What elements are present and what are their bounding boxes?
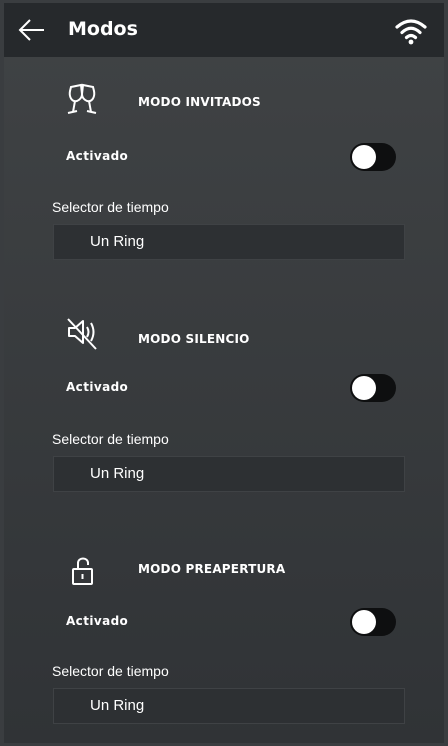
activated-toggle[interactable] bbox=[350, 608, 396, 636]
section-modo-silencio: MODO SILENCIO Activado Selector de tiemp… bbox=[4, 310, 444, 530]
mode-title: MODO PREAPERTURA bbox=[138, 562, 286, 576]
arrow-left-icon bbox=[18, 19, 44, 41]
back-button[interactable] bbox=[16, 16, 48, 44]
section-modo-preapertura: MODO PREAPERTURA Activado Selector de ti… bbox=[4, 542, 444, 743]
mode-title: MODO INVITADOS bbox=[138, 95, 261, 109]
activated-toggle[interactable] bbox=[350, 143, 396, 171]
activated-label: Activado bbox=[66, 149, 129, 163]
time-selector-value: Un Ring bbox=[90, 697, 145, 714]
activated-label: Activado bbox=[66, 614, 129, 628]
activated-label: Activado bbox=[66, 380, 129, 394]
wifi-icon bbox=[394, 17, 428, 45]
time-selector[interactable]: Un Ring bbox=[53, 224, 405, 260]
time-selector-label: Selector de tiempo bbox=[52, 431, 169, 447]
mode-title: MODO SILENCIO bbox=[138, 332, 250, 346]
activated-toggle[interactable] bbox=[350, 374, 396, 402]
speaker-muted-icon bbox=[62, 314, 102, 352]
time-selector[interactable]: Un Ring bbox=[53, 456, 405, 492]
toggle-knob bbox=[352, 376, 376, 400]
page-title: Modos bbox=[68, 18, 138, 40]
time-selector[interactable]: Un Ring bbox=[53, 688, 405, 724]
section-modo-invitados: MODO INVITADOS Activado Selector de tiem… bbox=[4, 79, 444, 299]
toggle-knob bbox=[352, 145, 376, 169]
time-selector-label: Selector de tiempo bbox=[52, 663, 169, 679]
time-selector-value: Un Ring bbox=[90, 233, 145, 250]
screen: Modos MODO INVITADOS Activado Selector d… bbox=[4, 3, 444, 743]
champagne-glasses-icon bbox=[62, 81, 102, 119]
unlocked-padlock-icon bbox=[62, 552, 102, 590]
top-bar: Modos bbox=[4, 3, 444, 57]
toggle-knob bbox=[352, 610, 376, 634]
time-selector-value: Un Ring bbox=[90, 465, 145, 482]
time-selector-label: Selector de tiempo bbox=[52, 199, 169, 215]
